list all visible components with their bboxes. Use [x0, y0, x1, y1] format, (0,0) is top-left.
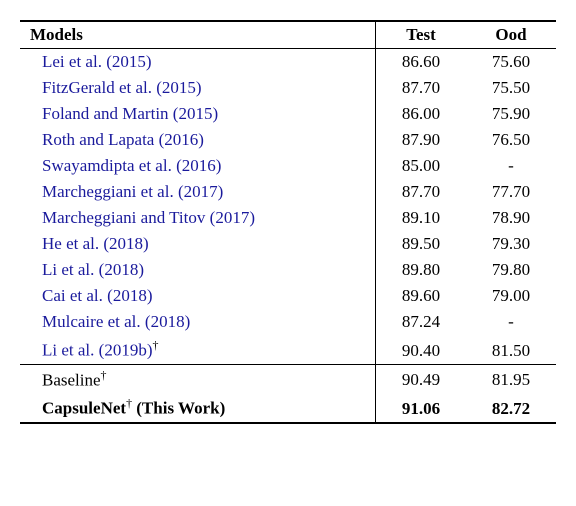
cell-test: 85.00 — [376, 153, 467, 179]
cite-year: 2018 — [113, 286, 147, 305]
table-row: Li et al. (2019b)† 90.40 81.50 — [20, 335, 556, 364]
table-row: Lei et al. (2015) 86.60 75.60 — [20, 49, 556, 76]
cell-test: 87.70 — [376, 75, 467, 101]
dagger-icon: † — [126, 396, 132, 410]
citation-link[interactable]: Li et al. (2018) — [42, 260, 144, 279]
cell-test: 89.60 — [376, 283, 467, 309]
thiswork-suffix: (This Work) — [136, 399, 225, 418]
cite-label: Roth and Lapata — [42, 130, 154, 149]
cite-year: 2015 — [112, 52, 146, 71]
cite-label: Lei et al. — [42, 52, 102, 71]
citation-link[interactable]: Foland and Martin (2015) — [42, 104, 218, 123]
table-row: FitzGerald et al. (2015) 87.70 75.50 — [20, 75, 556, 101]
cite-year: 2019b — [104, 341, 147, 360]
cite-label: Mulcaire et al. — [42, 312, 141, 331]
cell-test: 90.49 — [376, 364, 467, 393]
cell-ood: 75.50 — [466, 75, 556, 101]
cell-test: 91.06 — [376, 393, 467, 423]
table-row: Mulcaire et al. (2018) 87.24 - — [20, 309, 556, 335]
cite-label: Swayamdipta et al. — [42, 156, 172, 175]
results-table: Models Test Ood Lei et al. (2015) 86.60 … — [20, 20, 556, 424]
cite-year: 2017 — [184, 182, 218, 201]
cite-year: 2015 — [162, 78, 196, 97]
cite-label: FitzGerald et al. — [42, 78, 152, 97]
cell-ood: - — [466, 309, 556, 335]
baseline-row: Baseline† 90.49 81.95 — [20, 364, 556, 393]
citation-link[interactable]: Marcheggiani and Titov (2017) — [42, 208, 255, 227]
cite-label: Foland and Martin — [42, 104, 169, 123]
cite-year: 2017 — [215, 208, 249, 227]
header-row: Models Test Ood — [20, 21, 556, 49]
cite-year: 2015 — [178, 104, 212, 123]
citation-link[interactable]: Marcheggiani et al. (2017) — [42, 182, 223, 201]
citation-link[interactable]: Cai et al. (2018) — [42, 286, 153, 305]
cite-year: 2018 — [109, 234, 143, 253]
cell-test: 87.24 — [376, 309, 467, 335]
dagger-icon: † — [153, 338, 159, 352]
citation-link[interactable]: Mulcaire et al. (2018) — [42, 312, 190, 331]
cell-ood: 77.70 — [466, 179, 556, 205]
cite-label: Cai et al. — [42, 286, 103, 305]
thiswork-label: CapsuleNet — [42, 399, 126, 418]
table-row: He et al. (2018) 89.50 79.30 — [20, 231, 556, 257]
citation-link[interactable]: He et al. (2018) — [42, 234, 149, 253]
cell-ood: 79.30 — [466, 231, 556, 257]
thiswork-row: CapsuleNet† (This Work) 91.06 82.72 — [20, 393, 556, 423]
cite-label: Li et al. — [42, 260, 94, 279]
cell-test: 87.70 — [376, 179, 467, 205]
cell-test: 89.10 — [376, 205, 467, 231]
table-row: Roth and Lapata (2016) 87.90 76.50 — [20, 127, 556, 153]
cell-test: 89.50 — [376, 231, 467, 257]
cell-test: 86.60 — [376, 49, 467, 76]
cite-year: 2018 — [151, 312, 185, 331]
citation-link[interactable]: Li et al. (2019b) — [42, 341, 153, 360]
cell-test: 87.90 — [376, 127, 467, 153]
baseline-label: Baseline — [42, 370, 101, 389]
cite-label: Li et al. — [42, 341, 94, 360]
table-row: Marcheggiani et al. (2017) 87.70 77.70 — [20, 179, 556, 205]
dagger-icon: † — [101, 368, 107, 382]
table-row: Swayamdipta et al. (2016) 85.00 - — [20, 153, 556, 179]
table-row: Cai et al. (2018) 89.60 79.00 — [20, 283, 556, 309]
citation-link[interactable]: FitzGerald et al. (2015) — [42, 78, 202, 97]
cell-test: 86.00 — [376, 101, 467, 127]
table-row: Foland and Martin (2015) 86.00 75.90 — [20, 101, 556, 127]
citation-link[interactable]: Roth and Lapata (2016) — [42, 130, 204, 149]
header-ood: Ood — [466, 21, 556, 49]
citation-link[interactable]: Swayamdipta et al. (2016) — [42, 156, 221, 175]
cite-year: 2018 — [104, 260, 138, 279]
cell-test: 90.40 — [376, 335, 467, 364]
cite-label: He et al. — [42, 234, 99, 253]
cell-ood: 79.00 — [466, 283, 556, 309]
cell-ood: 75.60 — [466, 49, 556, 76]
cell-ood: 79.80 — [466, 257, 556, 283]
cite-label: Marcheggiani et al. — [42, 182, 174, 201]
cell-ood: 81.95 — [466, 364, 556, 393]
cite-label: Marcheggiani and Titov — [42, 208, 205, 227]
table-row: Li et al. (2018) 89.80 79.80 — [20, 257, 556, 283]
header-test: Test — [376, 21, 467, 49]
header-models: Models — [20, 21, 376, 49]
cell-ood: - — [466, 153, 556, 179]
cell-ood: 78.90 — [466, 205, 556, 231]
cell-ood: 81.50 — [466, 335, 556, 364]
cell-ood: 75.90 — [466, 101, 556, 127]
cite-year: 2016 — [164, 130, 198, 149]
cell-test: 89.80 — [376, 257, 467, 283]
cell-ood: 82.72 — [466, 393, 556, 423]
cite-year: 2016 — [182, 156, 216, 175]
citation-link[interactable]: Lei et al. (2015) — [42, 52, 152, 71]
table-row: Marcheggiani and Titov (2017) 89.10 78.9… — [20, 205, 556, 231]
cell-ood: 76.50 — [466, 127, 556, 153]
